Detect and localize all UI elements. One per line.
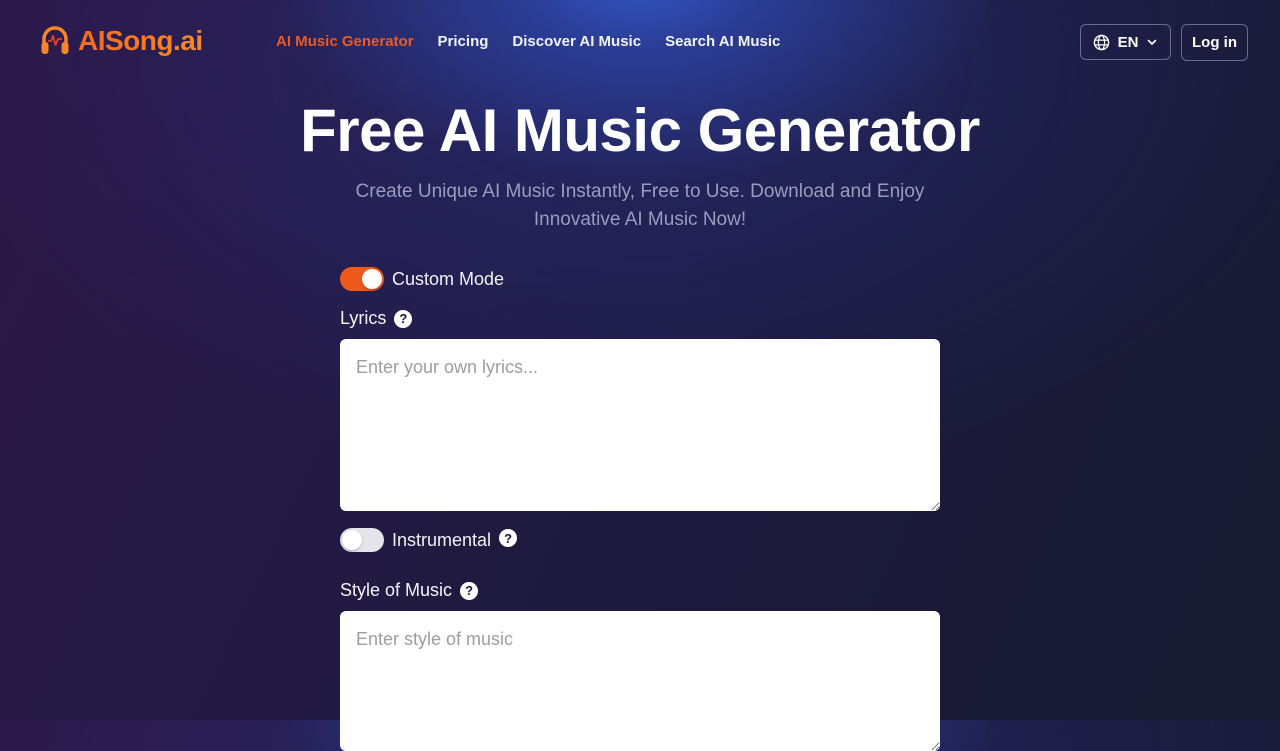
custom-mode-label: Custom Mode (392, 268, 505, 289)
nav-link-pricing[interactable]: Pricing (438, 33, 489, 50)
lyrics-label-row: Lyrics ? (340, 308, 940, 329)
language-value: EN (1117, 33, 1139, 51)
style-label-row: Style of Music ? (340, 580, 940, 601)
nav-link-search-ai-music[interactable]: Search AI Music (665, 33, 780, 50)
brand-name: AISong.ai (78, 25, 203, 56)
instrumental-toggle[interactable] (340, 528, 384, 552)
headphones-pulse-icon (41, 26, 69, 54)
custom-mode-row: Custom Mode (340, 266, 940, 292)
lyrics-label: Lyrics (340, 308, 387, 328)
page-subtitle: Create Unique AI Music Instantly, Free t… (355, 181, 925, 230)
style-input[interactable] (340, 611, 940, 751)
nav-link-discover-ai-music[interactable]: Discover AI Music (512, 33, 641, 50)
top-navigation: AISong.ai AI Music Generator Pricing Dis… (0, 0, 1280, 86)
logo[interactable]: AISong.ai (40, 24, 203, 58)
toggle-knob (362, 269, 382, 289)
style-help-icon[interactable]: ? (460, 581, 479, 600)
style-label: Style of Music (340, 580, 453, 600)
instrumental-help-icon[interactable]: ? (499, 529, 518, 547)
toggle-knob (342, 530, 362, 550)
lyrics-input[interactable] (340, 339, 940, 511)
custom-mode-toggle[interactable] (340, 267, 384, 291)
nav-links: AI Music Generator Pricing Discover AI M… (276, 33, 780, 50)
login-button[interactable]: Log in (1181, 24, 1248, 61)
globe-icon (1093, 34, 1109, 50)
instrumental-row: Instrumental ? (340, 527, 940, 553)
language-selector[interactable]: EN (1080, 24, 1171, 60)
page-title: Free AI Music Generator (300, 97, 980, 164)
instrumental-label: Instrumental (392, 529, 492, 550)
chevron-down-icon (1148, 39, 1157, 45)
music-generator-form: Custom Mode Lyrics ? Instrumental ? Styl… (340, 266, 940, 751)
lyrics-help-icon[interactable]: ? (394, 309, 413, 328)
nav-link-ai-music-generator[interactable]: AI Music Generator (276, 33, 414, 50)
